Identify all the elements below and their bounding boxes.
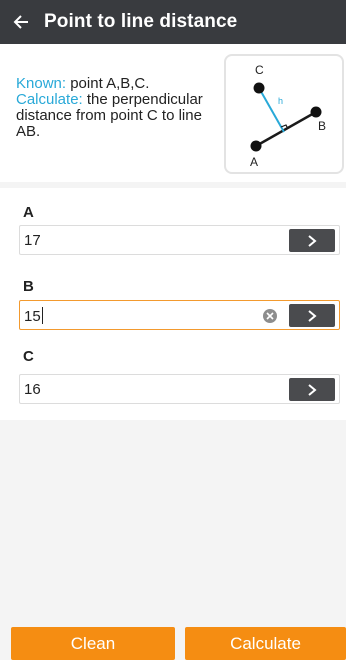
text-cursor	[41, 307, 43, 324]
calculate-label: Calculate:	[16, 91, 83, 108]
description: Known: point A,B,C. Calculate: the perpe…	[16, 76, 216, 140]
app-header: Point to line distance	[0, 0, 346, 44]
input-form: A 17 B 15 C 16	[0, 188, 346, 420]
field-a-next-button[interactable]	[289, 229, 335, 252]
field-b-value[interactable]: 15	[24, 307, 43, 325]
known-text: point A,B,C.	[66, 75, 150, 92]
calculate-button[interactable]: Calculate	[185, 627, 346, 660]
field-c[interactable]: 16	[19, 374, 340, 404]
label-b: B	[318, 119, 326, 133]
clean-button[interactable]: Clean	[11, 627, 175, 660]
back-arrow-icon[interactable]	[12, 13, 30, 31]
field-c-value[interactable]: 16	[24, 381, 41, 398]
page-title: Point to line distance	[44, 11, 238, 32]
info-panel: Known: point A,B,C. Calculate: the perpe…	[0, 44, 346, 182]
field-a-value[interactable]: 17	[24, 232, 41, 249]
field-b-next-button[interactable]	[289, 304, 335, 327]
chevron-right-icon	[308, 234, 317, 247]
field-c-next-button[interactable]	[289, 378, 335, 401]
label-c: C	[255, 63, 264, 77]
chevron-right-icon	[308, 383, 317, 396]
distance-diagram: C h B A	[224, 54, 344, 174]
field-b-label: B	[23, 278, 34, 295]
field-b[interactable]: 15	[19, 300, 340, 330]
field-a[interactable]: 17	[19, 225, 340, 255]
label-h: h	[278, 96, 283, 106]
known-label: Known:	[16, 75, 67, 92]
field-a-label: A	[23, 204, 34, 221]
clear-icon[interactable]	[263, 309, 277, 323]
chevron-right-icon	[308, 309, 317, 322]
field-c-label: C	[23, 348, 34, 365]
label-a: A	[250, 155, 258, 169]
